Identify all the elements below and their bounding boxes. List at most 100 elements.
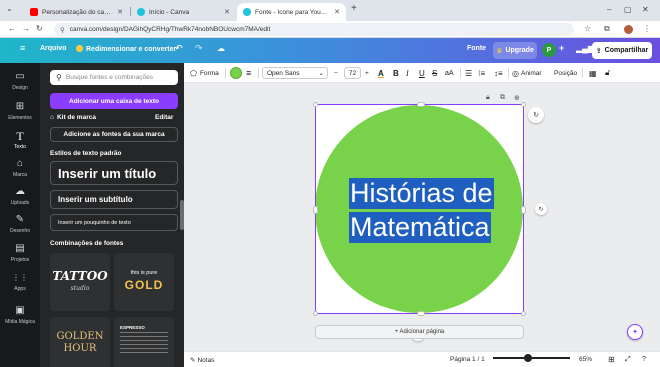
edit-brand-kit-link[interactable]: Editar xyxy=(155,114,173,121)
profile-avatar[interactable] xyxy=(624,25,633,34)
notes-button[interactable]: ✎ Notas xyxy=(190,356,214,364)
design-title[interactable]: Fonte xyxy=(467,45,486,52)
resize-handle[interactable] xyxy=(521,206,526,214)
font-combo-tattoo[interactable]: TATTOO studio xyxy=(50,253,110,311)
help-icon[interactable]: ? xyxy=(642,356,646,363)
underline-icon[interactable]: U xyxy=(419,67,425,79)
rail-item-brand[interactable]: ⌂ Marca xyxy=(0,158,40,178)
zoom-slider-knob[interactable] xyxy=(524,354,532,362)
tab-canva-design[interactable]: Fonte - Ícone para YouTube ✕ xyxy=(237,3,346,21)
browser-menu-icon[interactable]: ⋮ xyxy=(643,24,651,33)
url-omnibox[interactable]: ⚲ canva.com/design/DAGihQyCRHg/ThwRk74no… xyxy=(54,23,574,36)
italic-icon[interactable]: I xyxy=(406,67,409,79)
fill-color-swatch[interactable] xyxy=(230,67,242,79)
extensions-icon[interactable]: ⧉ xyxy=(604,24,610,34)
notes-icon: ✎ xyxy=(190,357,196,364)
font-combo-gold[interactable]: this is pure GOLD xyxy=(114,253,174,311)
fullscreen-icon[interactable]: ⤢ xyxy=(625,356,631,364)
add-subheading-button[interactable]: Inserir um subtítulo xyxy=(50,190,178,209)
rail-item-design[interactable]: ▭ Design xyxy=(0,71,40,91)
cloud-saved-icon[interactable]: ☁ xyxy=(217,44,225,53)
add-text-box-button[interactable]: Adicionar uma caixa de texto xyxy=(50,93,178,109)
close-tab-icon[interactable]: ✕ xyxy=(224,8,230,16)
add-heading-button[interactable]: Inserir um título xyxy=(50,161,178,185)
lock-page-icon[interactable]: 🔒︎ xyxy=(486,94,490,102)
animate-button[interactable]: ◎ Animar xyxy=(512,67,542,79)
tab-title: Personalização do canal - YouTube xyxy=(42,8,113,16)
file-menu[interactable]: Arquivo xyxy=(40,45,66,52)
align-center-icon[interactable]: ☰ xyxy=(465,67,472,79)
tab-youtube[interactable]: Personalização do canal - YouTube ✕ xyxy=(24,3,129,21)
menu-line xyxy=(120,348,168,349)
menu-line xyxy=(120,332,168,333)
grid-view-icon[interactable]: ⊞ xyxy=(608,355,615,364)
close-tab-icon[interactable]: ✕ xyxy=(334,8,340,16)
rail-item-text[interactable]: T Texto xyxy=(0,130,40,150)
site-info-icon[interactable]: ⚲ xyxy=(60,26,65,34)
font-search-input[interactable]: ⚲ Busque fontes e combinações xyxy=(50,70,178,85)
draw-pen-icon: ✎ xyxy=(15,214,25,225)
bookmark-star-icon[interactable]: ☆ xyxy=(584,24,591,33)
bold-icon[interactable]: B xyxy=(393,67,399,79)
share-button[interactable]: ⇪ Compartilhar xyxy=(592,42,652,59)
resize-handle[interactable] xyxy=(313,311,318,316)
duplicate-page-icon[interactable]: ⧉ xyxy=(500,94,505,102)
resize-button[interactable]: Redimensionar e converter xyxy=(76,45,176,53)
new-tab-button[interactable]: + xyxy=(351,3,357,14)
add-page-button[interactable]: + Adicionar página xyxy=(315,325,524,339)
border-style-icon[interactable]: ≡ xyxy=(246,67,251,79)
magic-assistant-icon[interactable]: ✦ xyxy=(627,324,643,340)
close-tab-icon[interactable]: ✕ xyxy=(117,8,123,16)
font-combo-espresso[interactable]: ESPRESSO xyxy=(114,317,174,367)
font-combo-golden-hour[interactable]: GOLDEN HOUR xyxy=(50,317,110,367)
transparency-checker-icon[interactable]: ▦ xyxy=(589,67,597,79)
resize-handle[interactable] xyxy=(521,102,526,107)
menu-hamburger-icon[interactable]: ≡ xyxy=(20,43,25,53)
add-brand-fonts-button[interactable]: Adicione as fontes da sua marca xyxy=(50,127,178,142)
resize-handle[interactable] xyxy=(417,102,425,107)
strikethrough-icon[interactable]: S xyxy=(432,67,437,79)
minimize-window-button[interactable]: – xyxy=(607,5,611,14)
add-body-text-button[interactable]: Inserir um pouquinho de texto xyxy=(50,214,178,231)
rail-item-projects[interactable]: ▤ Projetos xyxy=(0,243,40,263)
user-avatar[interactable]: P xyxy=(542,43,556,57)
rail-item-magic-media[interactable]: ▣ Mídia Mágica xyxy=(0,305,40,325)
forward-arrow-icon[interactable]: → xyxy=(22,24,30,33)
page-indicator[interactable]: Página 1 / 1 xyxy=(450,356,485,363)
rail-item-apps[interactable]: ⋮⋮ Apps xyxy=(0,272,40,292)
redo-icon[interactable]: ↷ xyxy=(195,43,203,54)
shape-button[interactable]: ⬠ Forma xyxy=(190,67,219,79)
lock-icon[interactable]: 🔓︎ xyxy=(605,67,610,79)
back-arrow-icon[interactable]: ← xyxy=(8,24,16,33)
spacing-icon[interactable]: ↕≡ xyxy=(494,67,503,79)
add-page-icon[interactable]: ⊕ xyxy=(514,94,520,102)
rail-item-elements[interactable]: ⊞ Elementos xyxy=(0,101,40,121)
resize-handle[interactable] xyxy=(313,206,318,214)
rail-item-uploads[interactable]: ☁ Uploads xyxy=(0,186,40,206)
letter-case-icon[interactable]: aA xyxy=(445,67,454,79)
resize-handle[interactable] xyxy=(313,102,318,107)
tab-canva-home[interactable]: Início - Canva ✕ xyxy=(131,3,236,21)
upgrade-button[interactable]: ♛ Upgrade xyxy=(493,42,537,59)
zoom-percentage[interactable]: 65% xyxy=(579,356,592,363)
text-color-icon[interactable]: A xyxy=(378,67,384,79)
url-text: canva.com/design/DAGihQyCRHg/ThwRk74nobN… xyxy=(69,26,271,33)
increase-font-size-button[interactable]: + xyxy=(365,67,369,79)
rotate-handle-icon[interactable]: ↻ xyxy=(535,203,547,215)
tab-list-chevron-icon[interactable]: ⌄ xyxy=(6,4,13,13)
font-size-input[interactable]: 72 xyxy=(344,67,361,79)
undo-icon[interactable]: ↶ xyxy=(175,43,183,54)
rail-item-label: Apps xyxy=(14,286,26,292)
rail-item-draw[interactable]: ✎ Desenho xyxy=(0,214,40,234)
invite-plus-icon[interactable]: + xyxy=(559,43,564,53)
font-family-dropdown[interactable]: Open Sans ⌄ xyxy=(262,67,328,79)
resize-handle[interactable] xyxy=(521,311,526,316)
copy-style-icon[interactable]: ↻ xyxy=(528,107,544,123)
bullet-list-icon[interactable]: ⁝≡ xyxy=(478,67,485,79)
resize-handle[interactable] xyxy=(417,311,425,316)
position-button[interactable]: Posição xyxy=(554,67,577,79)
reload-icon[interactable]: ↻ xyxy=(36,24,43,33)
close-window-button[interactable]: ✕ xyxy=(642,5,649,14)
decrease-font-size-button[interactable]: − xyxy=(334,67,338,79)
maximize-window-button[interactable]: ▢ xyxy=(624,5,632,14)
